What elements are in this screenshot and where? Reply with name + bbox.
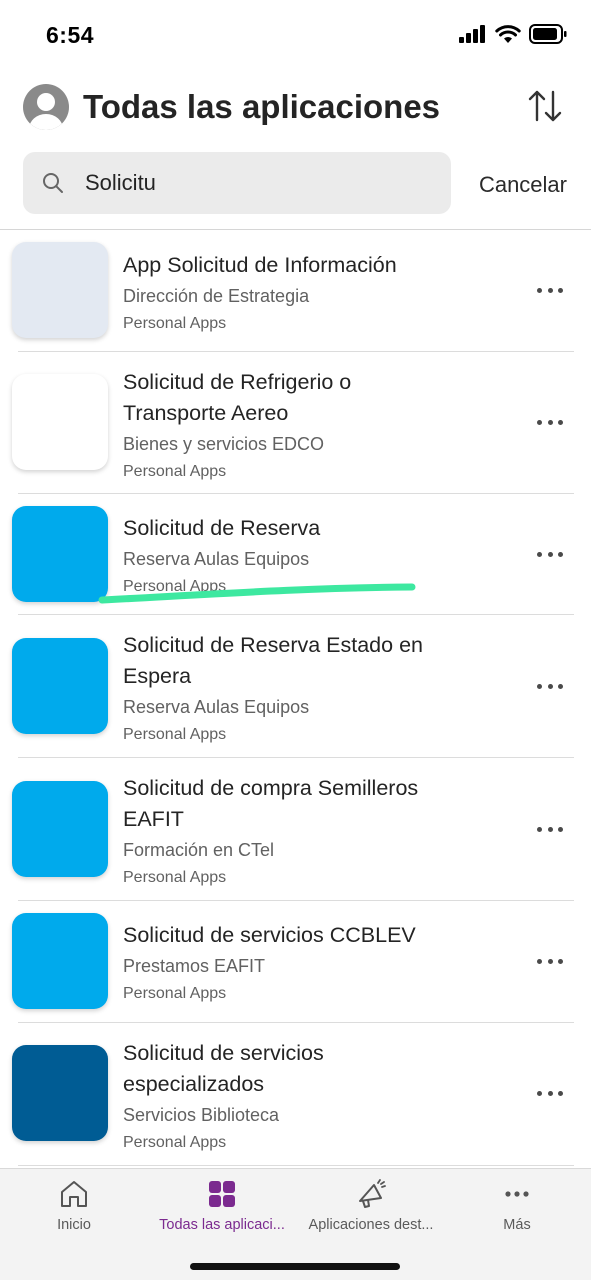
- page-title: Todas las aplicaciones: [83, 88, 441, 125]
- app-tile: [12, 374, 108, 470]
- nav-label: Todas las aplicaci...: [159, 1217, 285, 1233]
- app-tile: [12, 781, 108, 877]
- search-box[interactable]: [23, 152, 451, 214]
- list-item[interactable]: Solicitud de Reserva Estado en Espera Re…: [0, 615, 591, 757]
- nav-item-more[interactable]: Más: [462, 1169, 572, 1249]
- app-environment: Reserva Aulas Equipos: [123, 697, 310, 717]
- list-item[interactable]: Solicitud de Refrigerio o Transporte Aer…: [0, 352, 591, 493]
- app-type: Personal Apps: [123, 869, 227, 886]
- more-icon: [505, 1191, 529, 1197]
- app-tile: [12, 1045, 108, 1141]
- avatar-body: [29, 114, 63, 130]
- app-name: App Solicitud de Información: [123, 253, 397, 277]
- app-name: Solicitud de Reserva Estado en Espera: [123, 633, 423, 688]
- app-tile: [12, 506, 108, 602]
- app-environment: Dirección de Estrategia: [123, 286, 310, 306]
- list-item[interactable]: Solicitud de Reserva Reserva Aulas Equip…: [0, 494, 591, 614]
- bottom-nav: Inicio Todas las aplicaci... Aplicacione…: [0, 1168, 591, 1280]
- app-name: Solicitud de Reserva: [123, 516, 321, 540]
- nav-item-featured-apps[interactable]: Aplicaciones dest...: [297, 1169, 445, 1249]
- status-bar: 6:54: [0, 0, 591, 70]
- app-environment: Servicios Biblioteca: [123, 1105, 280, 1125]
- cancel-button[interactable]: Cancelar: [479, 172, 567, 198]
- app-name: Solicitud de Refrigerio o Transporte Aer…: [123, 370, 352, 425]
- app-tile: [12, 242, 108, 338]
- sort-icon: [528, 90, 562, 122]
- app-type: Personal Apps: [123, 315, 227, 332]
- app-environment: Prestamos EAFIT: [123, 956, 266, 976]
- list-item[interactable]: Solicitud de servicios CCBLEV Prestamos …: [0, 901, 591, 1022]
- app-type: Personal Apps: [123, 1134, 227, 1151]
- app-name: Solicitud de servicios CCBLEV: [123, 923, 416, 947]
- app-environment: Bienes y servicios EDCO: [123, 434, 325, 454]
- search-input[interactable]: [85, 152, 435, 214]
- app-environment: Formación en CTel: [123, 840, 275, 860]
- nav-label: Inicio: [57, 1217, 91, 1233]
- more-options-button[interactable]: [537, 417, 563, 427]
- list-item[interactable]: App Solicitud de Información Dirección d…: [0, 230, 591, 351]
- more-options-button[interactable]: [537, 549, 563, 559]
- more-options-button[interactable]: [537, 824, 563, 834]
- more-options-button[interactable]: [537, 285, 563, 295]
- header: Todas las aplicaciones: [0, 80, 591, 140]
- signal-icon: [459, 25, 485, 43]
- app-type: Personal Apps: [123, 985, 227, 1002]
- app-type: Personal Apps: [123, 463, 227, 480]
- nav-item-all-apps[interactable]: Todas las aplicaci...: [148, 1169, 296, 1249]
- divider: [18, 1165, 574, 1166]
- avatar[interactable]: [23, 84, 69, 130]
- app-tile: [12, 913, 108, 1009]
- nav-label: Aplicaciones dest...: [308, 1217, 434, 1233]
- more-options-button[interactable]: [537, 956, 563, 966]
- megaphone-icon: [359, 1179, 386, 1208]
- app-name: Solicitud de compra Semilleros EAFIT: [123, 776, 419, 831]
- status-time: 6:54: [46, 22, 95, 48]
- app-tile: [12, 638, 108, 734]
- sort-button[interactable]: [525, 86, 565, 126]
- app-type: Personal Apps: [123, 578, 227, 595]
- wifi-icon: [495, 24, 521, 43]
- app-environment: Reserva Aulas Equipos: [123, 549, 310, 569]
- avatar-head: [37, 93, 55, 111]
- app-type: Personal Apps: [123, 726, 227, 743]
- search-icon: [43, 173, 63, 193]
- home-icon: [61, 1181, 87, 1207]
- app-name: Solicitud de servicios especializados: [123, 1041, 324, 1096]
- battery-icon: [529, 24, 567, 44]
- status-icons: [459, 24, 567, 44]
- more-options-button[interactable]: [537, 1088, 563, 1098]
- nav-item-home[interactable]: Inicio: [20, 1169, 128, 1249]
- more-options-button[interactable]: [537, 681, 563, 691]
- apps-grid-icon: [209, 1181, 235, 1207]
- home-indicator: [190, 1263, 400, 1270]
- nav-label: Más: [503, 1217, 531, 1233]
- list-item[interactable]: Solicitud de servicios especializados Se…: [0, 1023, 591, 1165]
- list-item[interactable]: Solicitud de compra Semilleros EAFIT For…: [0, 758, 591, 900]
